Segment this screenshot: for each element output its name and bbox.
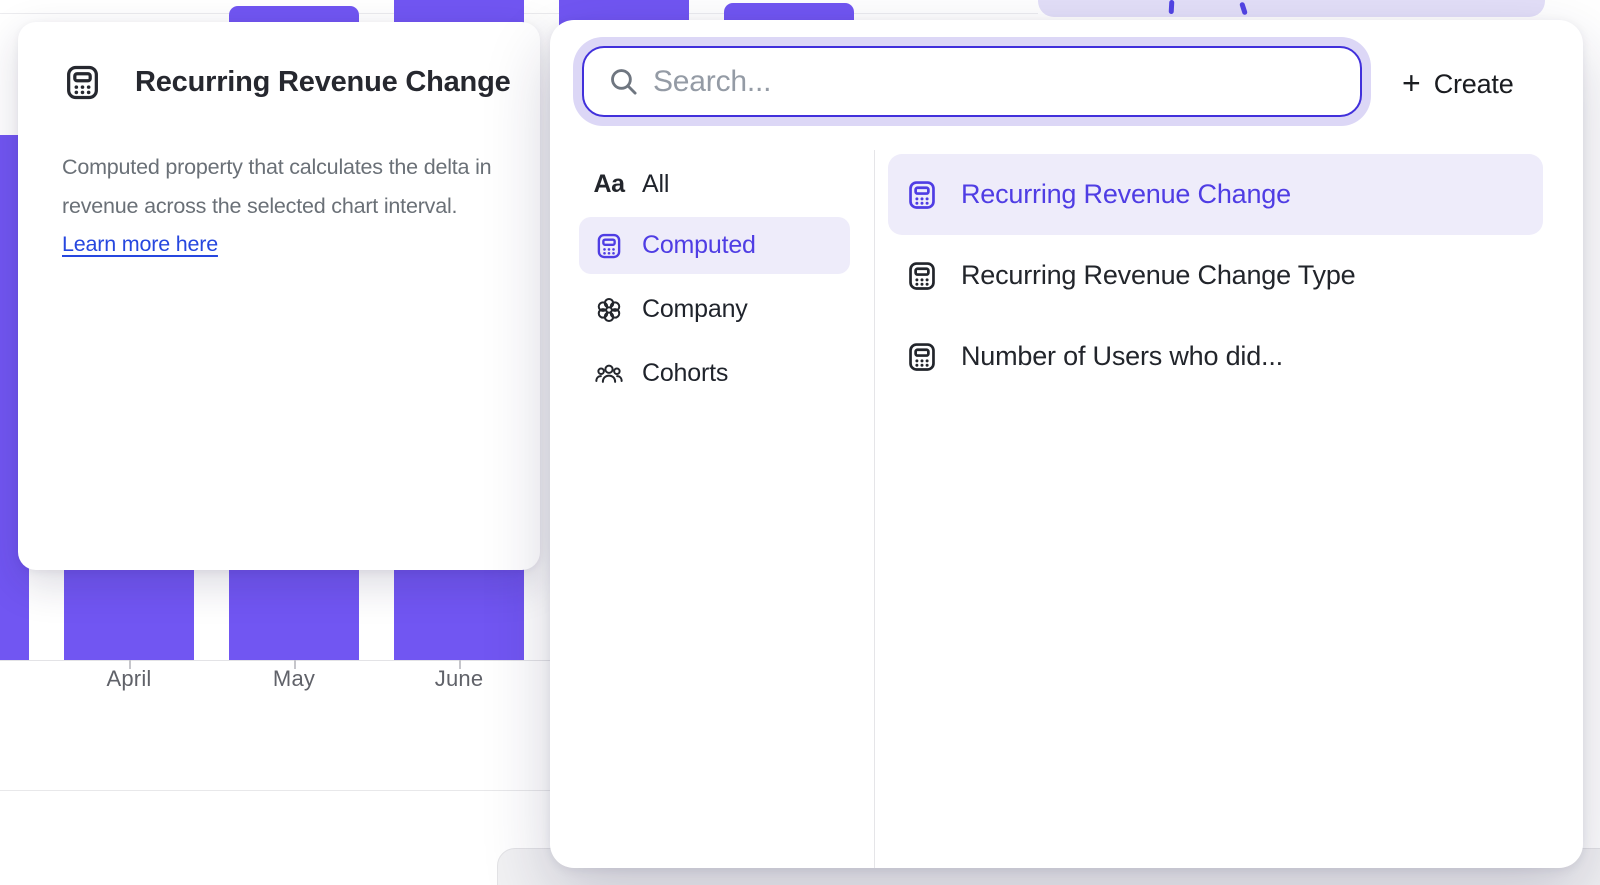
clipped-text-fragment <box>1169 0 1175 14</box>
result-label: Recurring Revenue Change Type <box>961 260 1355 291</box>
result-item-number-of-users[interactable]: Number of Users who did... <box>888 316 1543 397</box>
plus-icon: + <box>1402 67 1421 99</box>
category-item-all[interactable]: Aa All <box>579 156 850 213</box>
result-label: Recurring Revenue Change <box>961 179 1291 210</box>
property-picker-modal: + Create Aa All Computed Company Cohorts… <box>550 20 1583 868</box>
result-label: Number of Users who did... <box>961 341 1283 372</box>
tooltip-description-text: Computed property that calculates the de… <box>62 155 491 218</box>
create-button-label: Create <box>1434 69 1514 100</box>
tooltip-description: Computed property that calculates the de… <box>62 148 508 264</box>
category-item-computed[interactable]: Computed <box>579 217 850 274</box>
tooltip-header: Recurring Revenue Change <box>62 62 511 103</box>
tooltip-title: Recurring Revenue Change <box>135 66 511 99</box>
calculator-icon <box>62 62 103 103</box>
learn-more-link[interactable]: Learn more here <box>62 232 218 256</box>
search-focus-ring <box>573 37 1371 126</box>
calculator-icon <box>905 259 939 293</box>
search-field[interactable] <box>582 46 1362 117</box>
screen: April May June Recurring Revenue Change … <box>0 0 1600 885</box>
x-axis-label-april: April <box>106 666 151 692</box>
category-item-cohorts[interactable]: Cohorts <box>579 345 850 402</box>
category-label: Company <box>642 295 748 324</box>
result-item-recurring-revenue-change-type[interactable]: Recurring Revenue Change Type <box>888 235 1543 316</box>
create-button[interactable]: + Create <box>1402 60 1514 108</box>
background-highlight-pill <box>1038 0 1545 17</box>
category-label: Computed <box>642 231 756 260</box>
text-aa-icon: Aa <box>594 170 624 200</box>
property-tooltip-card: Recurring Revenue Change Computed proper… <box>18 22 540 570</box>
clipped-text-fragment <box>1239 2 1248 16</box>
calculator-icon <box>905 340 939 374</box>
cohorts-icon <box>594 359 624 389</box>
company-icon <box>594 295 624 325</box>
search-icon <box>608 66 639 97</box>
search-input[interactable] <box>639 48 1360 115</box>
result-item-recurring-revenue-change[interactable]: Recurring Revenue Change <box>888 154 1543 235</box>
x-axis-label-may: May <box>273 666 315 692</box>
column-divider <box>874 150 875 868</box>
category-label: All <box>642 170 669 199</box>
calculator-icon <box>905 178 939 212</box>
x-axis-label-june: June <box>435 666 484 692</box>
category-item-company[interactable]: Company <box>579 281 850 338</box>
category-label: Cohorts <box>642 359 728 388</box>
calculator-icon <box>594 231 624 261</box>
